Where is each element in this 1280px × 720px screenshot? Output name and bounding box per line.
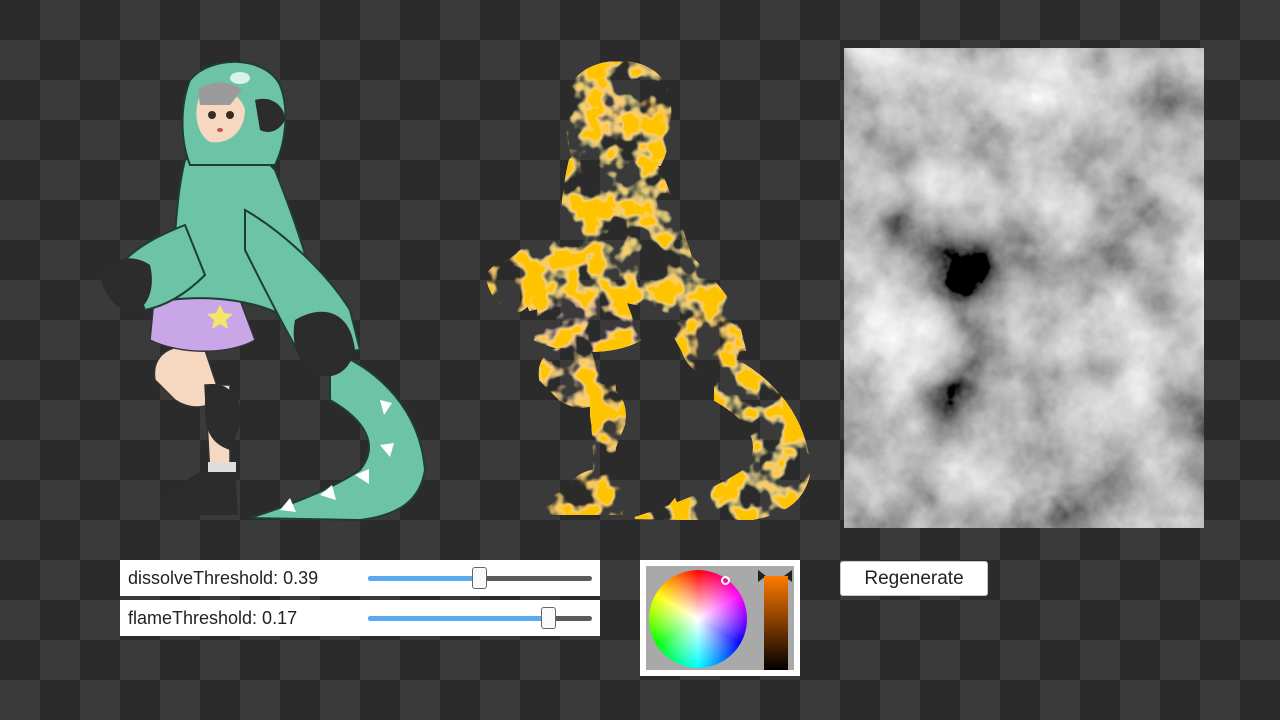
dissolve-threshold-control: dissolveThreshold: 0.39 bbox=[120, 560, 600, 596]
slider-thumb[interactable] bbox=[541, 607, 556, 629]
hue-marker-icon[interactable] bbox=[721, 576, 730, 585]
color-picker-body bbox=[646, 566, 794, 670]
flame-threshold-slider[interactable] bbox=[368, 607, 592, 629]
regenerate-button[interactable]: Regenerate bbox=[840, 561, 988, 596]
dissolve-threshold-slider[interactable] bbox=[368, 567, 592, 589]
noise-texture-icon bbox=[844, 48, 1204, 528]
flame-threshold-label: flameThreshold: 0.17 bbox=[128, 607, 298, 628]
dissolve-threshold-label: dissolveThreshold: 0.39 bbox=[128, 567, 319, 588]
flame-threshold-control: flameThreshold: 0.17 bbox=[120, 600, 600, 636]
slider-fill bbox=[368, 576, 480, 581]
character-original-icon bbox=[99, 60, 426, 521]
slider-thumb[interactable] bbox=[472, 567, 487, 589]
hue-wheel-icon[interactable] bbox=[649, 570, 747, 668]
slider-fill bbox=[368, 616, 549, 621]
value-bar-icon[interactable] bbox=[764, 576, 788, 670]
character-dissolved-icon bbox=[484, 60, 811, 521]
flame-color-picker bbox=[640, 560, 800, 676]
effect-stage: dissolveThreshold: 0.39 flameThreshold: … bbox=[0, 0, 1280, 720]
